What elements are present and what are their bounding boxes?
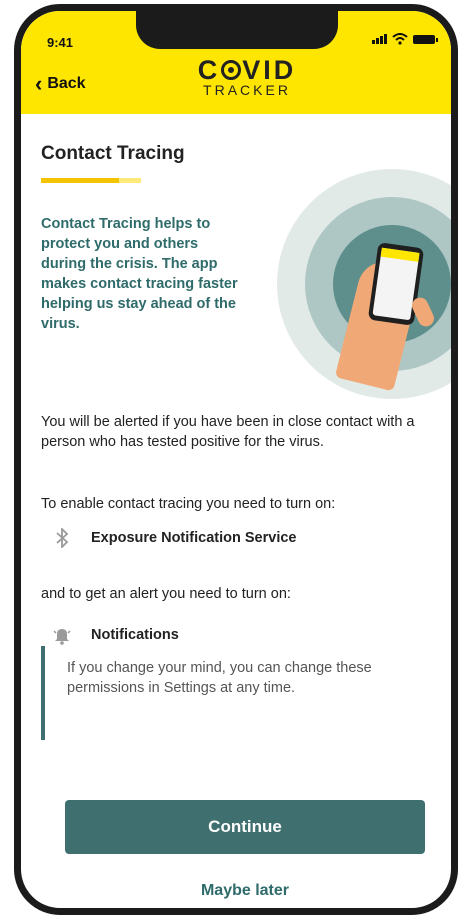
status-time: 9:41 bbox=[47, 35, 74, 50]
page-title: Contact Tracing bbox=[41, 143, 185, 164]
permission-exposure: Exposure Notification Service bbox=[51, 527, 296, 549]
notch bbox=[136, 11, 338, 49]
back-button[interactable]: ‹ Back bbox=[35, 71, 86, 96]
back-label: Back bbox=[47, 75, 86, 92]
logo-subtitle: TRACKER bbox=[203, 82, 291, 98]
settings-note: If you change your mind, you can change … bbox=[41, 646, 445, 740]
wifi-icon bbox=[392, 33, 408, 45]
alert-description: You will be alerted if you have been in … bbox=[41, 414, 415, 450]
intro-text: Contact Tracing helps to protect you and… bbox=[41, 216, 238, 332]
settings-note-text: If you change your mind, you can change … bbox=[67, 660, 372, 696]
battery-icon bbox=[413, 34, 438, 44]
covid-tracker-logo: C VID TRACKER bbox=[191, 55, 303, 98]
chevron-left-icon: ‹ bbox=[35, 71, 43, 96]
hand-phone-illustration bbox=[277, 169, 451, 399]
permission-exposure-label: Exposure Notification Service bbox=[91, 530, 297, 546]
permission-notifications-label: Notifications bbox=[91, 627, 179, 643]
main-content: Contact Tracing Contact Tracing helps to… bbox=[21, 114, 451, 908]
maybe-later-link[interactable]: Maybe later bbox=[65, 882, 425, 900]
phone-frame: 9:41 ‹ Back C VID TRACKER Contact Tracin… bbox=[14, 4, 458, 915]
title-underline bbox=[41, 178, 141, 183]
virus-icon bbox=[221, 60, 242, 80]
enable-instruction: To enable contact tracing you need to tu… bbox=[41, 496, 336, 512]
logo-letters-vid: VID bbox=[242, 55, 297, 85]
bluetooth-icon bbox=[51, 527, 73, 549]
continue-button[interactable]: Continue bbox=[65, 800, 425, 854]
bell-icon bbox=[51, 624, 73, 646]
permission-notifications: Notifications bbox=[51, 624, 179, 646]
alert-instruction: and to get an alert you need to turn on: bbox=[41, 586, 291, 602]
signal-icon bbox=[372, 34, 387, 44]
status-icons bbox=[372, 33, 438, 45]
logo-letter-c: C bbox=[197, 55, 221, 85]
logo-wordmark: C VID bbox=[191, 55, 303, 85]
